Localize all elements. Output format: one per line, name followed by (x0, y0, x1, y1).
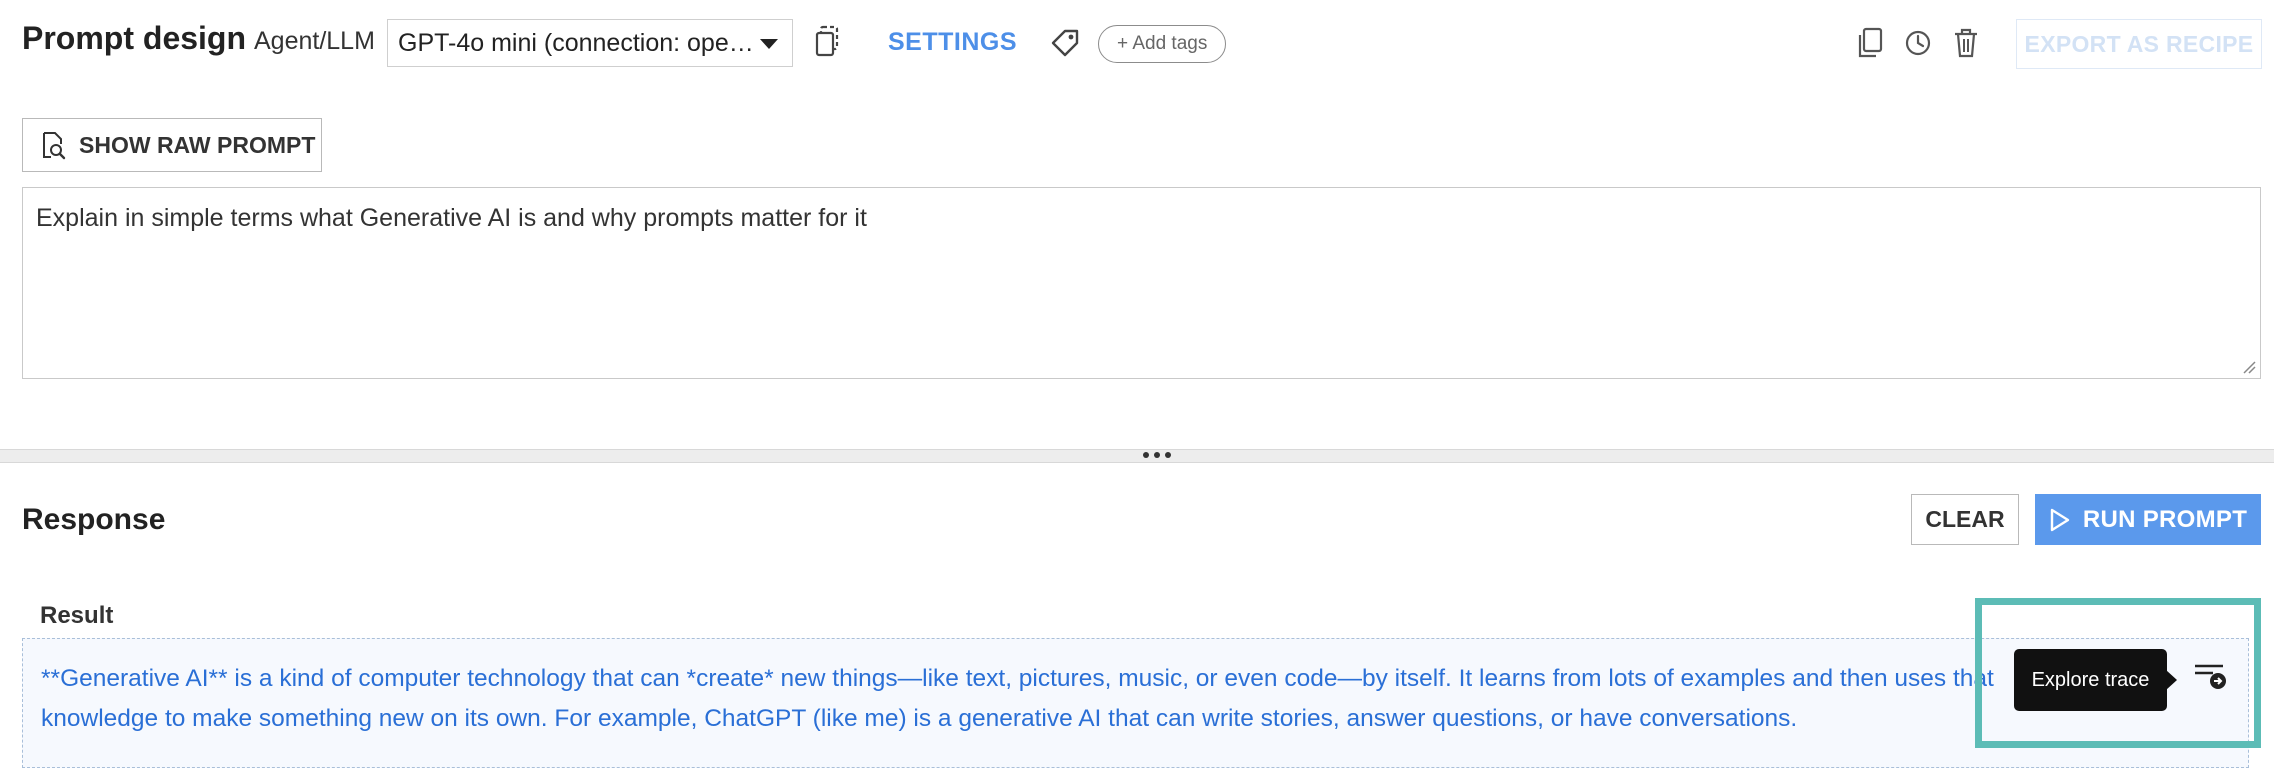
settings-link[interactable]: SETTINGS (888, 28, 1017, 57)
show-raw-prompt-button[interactable]: SHOW RAW PROMPT (22, 118, 322, 172)
add-tags-button[interactable]: + Add tags (1098, 25, 1227, 63)
page-title: Prompt design (22, 20, 247, 56)
chevron-down-icon (760, 39, 778, 49)
run-prompt-label: RUN PROMPT (2082, 505, 2248, 533)
duplicate-icon[interactable] (814, 24, 844, 60)
prompt-input[interactable]: Explain in simple terms what Generative … (22, 187, 2261, 379)
model-select-value: GPT-4o mini (connection: openai) (398, 28, 754, 57)
tag-icon[interactable] (1048, 26, 1082, 60)
result-label: Result (40, 602, 114, 629)
response-title: Response (22, 503, 166, 536)
result-text: **Generative AI** is a kind of computer … (41, 665, 1994, 732)
clear-button[interactable]: CLEAR (1911, 494, 2019, 545)
show-raw-prompt-label: SHOW RAW PROMPT (79, 131, 316, 158)
history-icon[interactable] (1902, 26, 1934, 60)
panel-divider[interactable] (0, 449, 2274, 463)
explore-trace-icon[interactable] (2193, 662, 2227, 692)
trash-icon[interactable] (1950, 26, 1982, 60)
agent-llm-label: Agent/LLM (254, 27, 375, 55)
run-prompt-button[interactable]: RUN PROMPT (2035, 494, 2261, 545)
result-output: **Generative AI** is a kind of computer … (22, 638, 2249, 768)
prompt-text: Explain in simple terms what Generative … (36, 204, 867, 232)
play-icon (2050, 508, 2070, 531)
model-select[interactable]: GPT-4o mini (connection: openai) (387, 19, 793, 67)
export-as-recipe-button[interactable]: EXPORT AS RECIPE (2016, 19, 2262, 69)
explore-trace-tooltip: Explore trace (2014, 649, 2167, 711)
drag-handle-icon[interactable] (1143, 450, 1171, 460)
resize-grip-icon[interactable] (2242, 360, 2256, 374)
copy-icon[interactable] (1854, 26, 1886, 60)
tooltip-arrow (2166, 670, 2177, 690)
document-search-icon (43, 132, 66, 160)
